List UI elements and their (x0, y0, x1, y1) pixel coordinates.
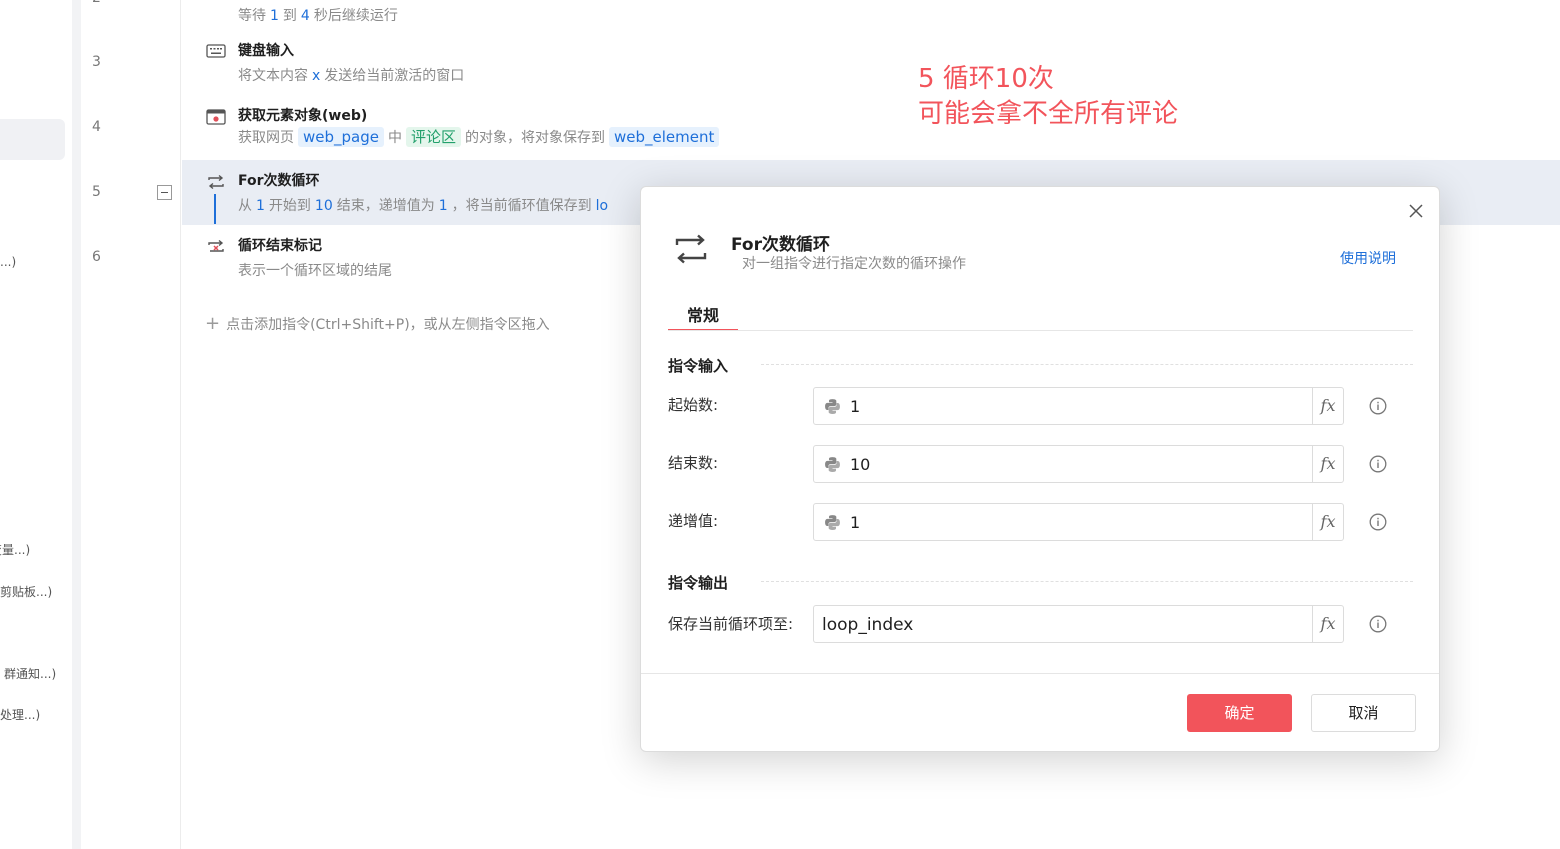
sidebar-selected-item[interactable] (0, 119, 65, 160)
add-command-hint[interactable]: + 点击添加指令(Ctrl+Shift+P)，或从左侧指令区拖入 (205, 313, 550, 334)
fx-icon[interactable]: fx (1312, 446, 1343, 482)
line-number: 2 (92, 0, 101, 6)
dialog-subtitle: 对一组指令进行指定次数的循环操作 (742, 256, 966, 272)
sidebar-item-fragment[interactable]: 剪贴板...) (0, 583, 52, 600)
section-divider (761, 364, 1413, 365)
command-desc: 表示一个循环区域的结尾 (238, 263, 392, 279)
footer-divider (641, 673, 1439, 674)
info-icon[interactable] (1369, 455, 1387, 473)
command-title: For次数循环 (238, 173, 320, 189)
step-value: 1 (850, 513, 861, 532)
command-desc: 将文本内容 x 发送给当前激活的窗口 (238, 68, 465, 84)
cancel-button[interactable]: 取消 (1311, 694, 1416, 732)
fx-icon[interactable]: fx (1312, 388, 1343, 424)
collapse-toggle-icon[interactable] (157, 185, 172, 200)
command-title: 循环结束标记 (238, 238, 322, 254)
command-row-get-web-element[interactable]: 获取元素对象(web) 获取网页 web_page 中评论区 的对象，将对象保存到 we… (182, 95, 1560, 160)
variable-chip: web_element (609, 127, 720, 147)
start-label: 起始数: (668, 396, 719, 414)
python-icon (825, 515, 840, 530)
end-number-input[interactable]: 10 fx (813, 445, 1344, 483)
start-value: 1 (850, 397, 861, 416)
help-link[interactable]: 使用说明 (1340, 248, 1396, 268)
web-element-icon (206, 109, 226, 125)
fx-icon[interactable]: fx (1312, 504, 1343, 540)
start-number-input[interactable]: 1 fx (813, 387, 1344, 425)
close-icon[interactable] (1409, 201, 1423, 223)
section-title-output: 指令输出 (668, 574, 729, 592)
left-sidebar: ...) 变量...) 剪贴板...) 群通知...) 处理...) (0, 0, 72, 849)
python-icon (825, 399, 840, 414)
line-number: 5 (92, 184, 101, 200)
loop-scope-guide (214, 194, 216, 224)
keyboard-icon (206, 44, 226, 60)
end-value: 10 (850, 455, 871, 474)
step-number-input[interactable]: 1 fx (813, 503, 1344, 541)
sidebar-item-fragment[interactable]: 群通知...) (4, 665, 56, 682)
line-number: 4 (92, 119, 101, 135)
loop-icon (673, 233, 709, 265)
section-title-input: 指令输入 (668, 357, 729, 375)
command-desc: 获取网页 web_page 中评论区 的对象，将对象保存到 web_element (238, 127, 723, 147)
tab-divider (668, 330, 1413, 331)
plus-icon: + (205, 313, 221, 334)
sidebar-item-fragment[interactable]: 处理...) (0, 706, 40, 723)
command-desc: 从 1 开始到 10 结束，递增值为 1 ，将当前循环值保存到 lo (238, 198, 609, 214)
variable-chip: web_page (298, 127, 384, 147)
section-divider (761, 581, 1413, 582)
sidebar-item-fragment[interactable]: 变量...) (0, 541, 30, 558)
dialog-title: For次数循环 (731, 235, 830, 255)
python-icon (825, 457, 840, 472)
info-icon[interactable] (1369, 513, 1387, 531)
command-title: 获取元素对象(web) (238, 108, 368, 124)
output-value: loop_index (822, 615, 914, 635)
loop-icon (206, 174, 226, 190)
tab-general[interactable]: 常规 (668, 302, 738, 331)
loop-end-icon (206, 239, 226, 255)
fx-icon[interactable]: fx (1312, 606, 1343, 642)
command-row-keyboard-input[interactable]: 键盘输入 将文本内容 x 发送给当前激活的窗口 (182, 30, 1560, 95)
command-title: 键盘输入 (238, 43, 294, 59)
line-number: 3 (92, 54, 101, 70)
confirm-button[interactable]: 确定 (1187, 694, 1292, 732)
output-label: 保存当前循环项至: (668, 615, 794, 633)
end-label: 结束数: (668, 454, 719, 472)
command-desc: 等待 1 到 4 秒后继续运行 (238, 8, 398, 24)
sidebar-item-fragment[interactable]: ...) (0, 255, 16, 269)
step-label: 递增值: (668, 512, 719, 530)
annotation-note: 5 循环10次 可能会拿不全所有评论 (918, 64, 1179, 129)
for-loop-dialog: For次数循环 对一组指令进行指定次数的循环操作 使用说明 常规 指令输入 起始… (640, 186, 1440, 752)
panel-splitter[interactable] (72, 0, 81, 849)
output-variable-input[interactable]: loop_index fx (813, 605, 1344, 643)
info-icon[interactable] (1369, 397, 1387, 415)
line-number: 6 (92, 249, 101, 265)
element-chip: 评论区 (405, 127, 461, 147)
info-icon[interactable] (1369, 615, 1387, 633)
